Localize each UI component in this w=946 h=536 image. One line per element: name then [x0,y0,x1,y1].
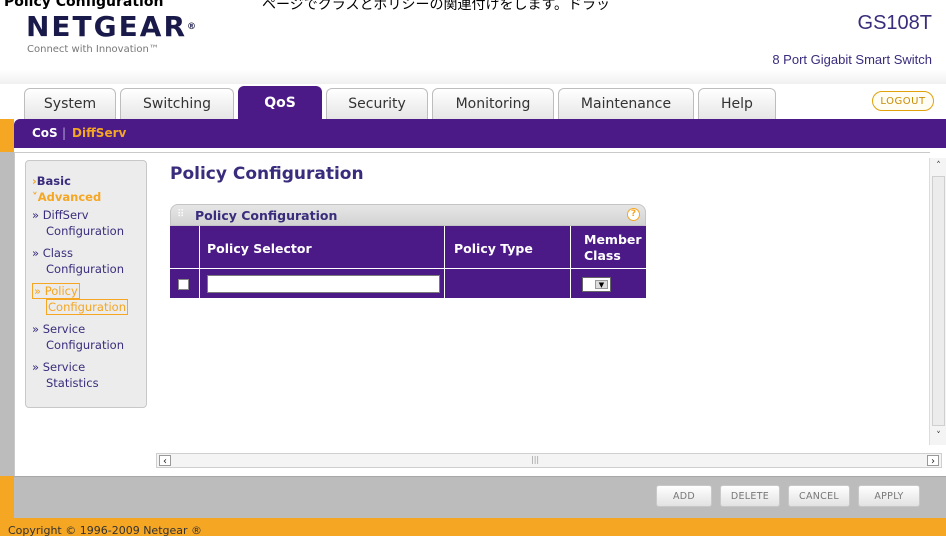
column-header-policy-type: Policy Type [454,241,533,256]
sidebar-item-line2: Statistics [46,376,99,390]
add-button[interactable]: ADD [656,485,712,507]
column-divider [199,226,200,298]
policy-selector-input[interactable] [207,275,440,293]
caption-right: ページでクラスとポリシーの関連付けをします。ドラッ [262,0,611,10]
action-bar: ADD DELETE CANCEL APPLY [14,476,946,518]
member-class-select[interactable]: ▼ [582,277,611,292]
column-divider [444,226,445,298]
sidebar-item-line1: » Service [32,322,86,336]
sidebar-item-class-configuration[interactable]: » Class Configuration [32,245,124,277]
subnav-separator: | [62,126,67,140]
sidebar-basic-label: Basic [36,174,71,188]
brand-tagline: Connect with Innovation™ [27,44,159,55]
sidebar-item-line2: Configuration [46,224,124,238]
apply-button[interactable]: APPLY [858,485,920,507]
scroll-left-icon[interactable]: ‹ [159,455,171,467]
sidebar-item-line2: Configuration [46,338,124,352]
tab-monitoring[interactable]: Monitoring [432,88,554,119]
subnav-diffserv[interactable]: DiffServ [72,126,126,140]
drag-grip-icon: ⠿ [177,209,185,220]
sidebar-basic[interactable]: ›Basic [32,173,71,189]
scroll-down-icon[interactable]: ˅ [932,430,945,443]
scroll-up-icon[interactable]: ˄ [932,160,945,173]
sidebar-item-line1: » Service [32,360,86,374]
chevron-down-icon[interactable]: ▼ [595,280,608,289]
tab-system[interactable]: System [24,88,116,119]
column-divider [570,226,571,298]
sidebar-item-line2: Configuration [46,299,128,315]
member-class-line1: Member [584,232,642,247]
scrollbar-thumb[interactable] [932,176,945,426]
footer: Copyright © 1996-2009 Netgear ® [0,518,946,536]
column-header-policy-selector: Policy Selector [207,241,312,256]
sidebar-item-diffserv-configuration[interactable]: » DiffServ Configuration [32,207,124,239]
cancel-button[interactable]: CANCEL [788,485,850,507]
brand-name: NETGEAR [26,10,187,43]
vertical-scrollbar[interactable]: ˄ ˅ [929,158,946,445]
delete-button[interactable]: DELETE [720,485,780,507]
tab-security[interactable]: Security [326,88,428,119]
content-frame [14,152,930,476]
sub-navigation: CoS | DiffServ [14,119,946,148]
row-select-checkbox[interactable] [178,279,189,290]
tab-qos[interactable]: QoS [238,86,322,119]
sidebar-item-line2: Configuration [46,262,124,276]
netgear-logo: NETGEAR® [26,12,196,42]
sidebar-item-line1: » Class [32,246,73,260]
sidebar-advanced[interactable]: ˅Advanced [32,189,101,205]
sidebar-item-service-statistics[interactable]: » Service Statistics [32,359,99,391]
sidebar-item-policy-configuration[interactable]: » Policy Configuration [32,283,128,315]
tab-switching[interactable]: Switching [120,88,234,119]
page-title: Policy Configuration [170,164,364,184]
help-icon[interactable]: ? [627,208,640,221]
column-header-member-class: Member Class [584,232,642,264]
panel-title: Policy Configuration [195,208,338,223]
device-subtitle: 8 Port Gigabit Smart Switch [772,52,932,67]
scroll-right-icon[interactable]: › [927,455,939,467]
tab-help[interactable]: Help [698,88,776,119]
sidebar: ›Basic ˅Advanced » DiffServ Configuratio… [25,160,147,408]
sidebar-item-line1: » DiffServ [32,208,89,222]
scroll-grip-icon: ||| [531,455,540,464]
sidebar-item-line1: » Policy [32,283,80,299]
main-tabs: System Switching QoS Security Monitoring… [24,86,780,119]
panel-header: ⠿ Policy Configuration ? [170,204,646,226]
member-class-line2: Class [584,248,621,263]
subnav-cos[interactable]: CoS [32,126,58,140]
registered-mark: ® [187,22,196,32]
copyright-text: Copyright © 1996-2009 Netgear ® [8,524,203,536]
row-divider [170,268,646,269]
sidebar-item-service-configuration[interactable]: » Service Configuration [32,321,124,353]
header-divider [0,70,946,84]
device-model: GS108T [857,12,932,34]
logout-button[interactable]: LOGOUT [872,91,934,111]
cropped-caption: Policy Configuration ページでクラスとポリシーの関連付けをし… [0,0,946,10]
left-frame-gray [0,152,14,476]
tab-maintenance[interactable]: Maintenance [558,88,694,119]
sidebar-advanced-label: Advanced [37,190,102,204]
horizontal-scrollbar[interactable]: ‹ ||| › [156,453,942,468]
caption-left: Policy Configuration [4,0,164,10]
policy-table: Policy Selector Policy Type Member Class… [170,226,646,298]
